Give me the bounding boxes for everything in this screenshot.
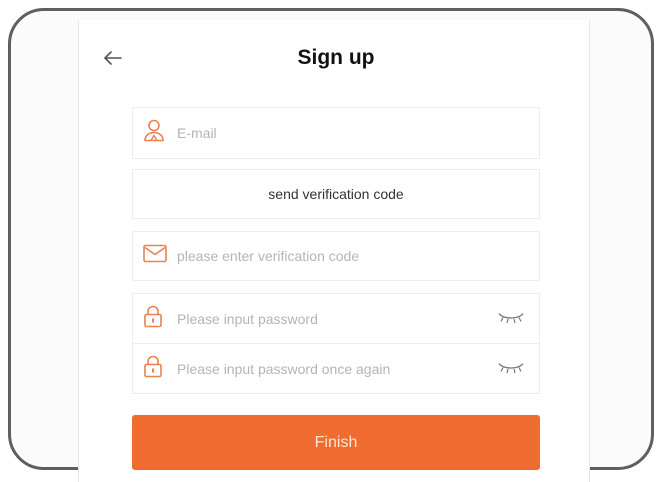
password-placeholder: Please input password [177,310,318,327]
verification-code-field[interactable]: please enter verification code [132,231,540,281]
email-field[interactable]: E-mail [132,107,540,159]
confirm-password-placeholder: Please input password once again [177,360,391,377]
page-title: Sign up [297,46,375,69]
lock-icon [143,305,163,332]
password-field[interactable]: Please input password [132,293,540,343]
person-icon [143,119,165,148]
verification-code-placeholder: please enter verification code [177,248,360,264]
eye-closed-icon[interactable] [497,309,525,328]
send-verification-code-button[interactable]: send verification code [132,169,540,219]
finish-button[interactable]: Finish [132,415,540,470]
email-placeholder: E-mail [177,125,217,141]
envelope-icon [143,244,167,268]
eye-closed-icon[interactable] [497,359,525,378]
confirm-password-field[interactable]: Please input password once again [132,344,540,394]
lock-icon [143,355,163,382]
